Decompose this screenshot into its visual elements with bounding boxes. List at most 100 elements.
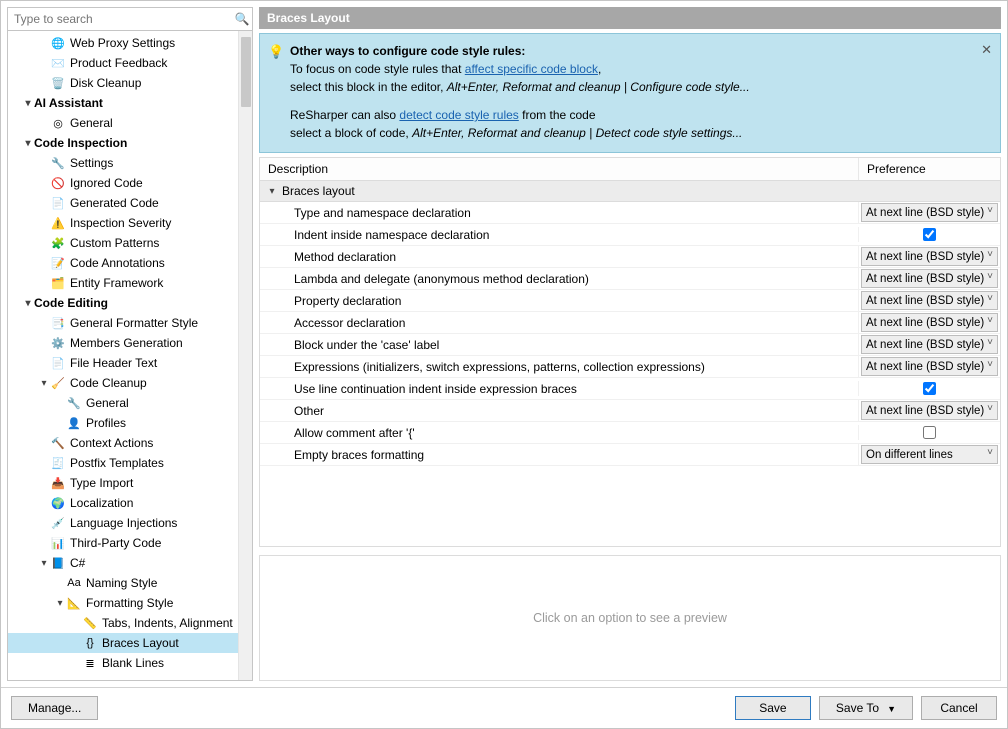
option-label: Allow comment after '{' — [260, 423, 858, 443]
save-to-button[interactable]: Save To▼ — [819, 696, 913, 720]
search-input[interactable] — [8, 8, 232, 30]
tree-item[interactable]: ▸🌐Web Proxy Settings — [8, 33, 252, 53]
left-sidebar: 🔍 ▸🌐Web Proxy Settings▸✉️Product Feedbac… — [7, 7, 253, 681]
tree-item-label: Web Proxy Settings — [70, 36, 175, 50]
option-preference: At next line (BSD style) — [858, 334, 1000, 355]
tree-item[interactable]: ▸👤Profiles — [8, 413, 252, 433]
tree-item-icon: {} — [82, 635, 98, 651]
preference-dropdown[interactable]: At next line (BSD style) — [861, 357, 998, 376]
tree-scroll-thumb[interactable] — [241, 37, 251, 107]
preference-dropdown[interactable]: At next line (BSD style) — [861, 269, 998, 288]
tree-item[interactable]: ▾Code Inspection — [8, 133, 252, 153]
link-affect-block[interactable]: affect specific code block — [465, 62, 598, 76]
manage-button[interactable]: Manage... — [11, 696, 98, 720]
option-row[interactable]: Indent inside namespace declaration — [260, 224, 1000, 246]
preference-dropdown[interactable]: At next line (BSD style) — [861, 335, 998, 354]
tree-item[interactable]: ▸⚙️Members Generation — [8, 333, 252, 353]
tree-item[interactable]: ▸🗑️Disk Cleanup — [8, 73, 252, 93]
main-area: 🔍 ▸🌐Web Proxy Settings▸✉️Product Feedbac… — [1, 1, 1007, 687]
option-row[interactable]: Expressions (initializers, switch expres… — [260, 356, 1000, 378]
cancel-button[interactable]: Cancel — [921, 696, 997, 720]
right-panel: Braces Layout 💡 ✕ Other ways to configur… — [259, 7, 1001, 681]
preference-dropdown[interactable]: At next line (BSD style) — [861, 313, 998, 332]
preference-dropdown[interactable]: At next line (BSD style) — [861, 203, 998, 222]
tree-scrollbar[interactable] — [238, 31, 252, 680]
tree-item-label: Type Import — [70, 476, 133, 490]
preference-checkbox[interactable] — [923, 228, 936, 241]
tree-item[interactable]: ▸📝Code Annotations — [8, 253, 252, 273]
tree-item-label: Language Injections — [70, 516, 177, 530]
close-icon[interactable]: ✕ — [981, 40, 992, 60]
tree-item[interactable]: ▾AI Assistant — [8, 93, 252, 113]
lightbulb-icon: 💡 — [268, 42, 284, 62]
chevron-down-icon: ▾ — [22, 298, 34, 309]
group-label: Braces layout — [282, 184, 355, 198]
group-braces-layout[interactable]: ▾ Braces layout — [260, 181, 1000, 202]
tree-item-icon: 🌐 — [50, 35, 66, 51]
tree-item[interactable]: ▾📐Formatting Style — [8, 593, 252, 613]
option-row[interactable]: Property declarationAt next line (BSD st… — [260, 290, 1000, 312]
tree-item[interactable]: ▸◎General — [8, 113, 252, 133]
tree-item[interactable]: ▸🔧General — [8, 393, 252, 413]
save-button[interactable]: Save — [735, 696, 811, 720]
link-detect-rules[interactable]: detect code style rules — [399, 108, 518, 122]
tree-item[interactable]: ▸🧾Postfix Templates — [8, 453, 252, 473]
option-row[interactable]: OtherAt next line (BSD style) — [260, 400, 1000, 422]
option-row[interactable]: Block under the 'case' labelAt next line… — [260, 334, 1000, 356]
tree-item[interactable]: ▾🧹Code Cleanup — [8, 373, 252, 393]
preference-dropdown[interactable]: At next line (BSD style) — [861, 291, 998, 310]
preference-dropdown[interactable]: At next line (BSD style) — [861, 247, 998, 266]
options-window: 🔍 ▸🌐Web Proxy Settings▸✉️Product Feedbac… — [0, 0, 1008, 729]
preference-checkbox[interactable] — [923, 382, 936, 395]
tree-item[interactable]: ▸📑General Formatter Style — [8, 313, 252, 333]
tree-item-icon: 🧹 — [50, 375, 66, 391]
tree-item-icon: 🗂️ — [50, 275, 66, 291]
tree-item[interactable]: ▸📄Generated Code — [8, 193, 252, 213]
tree-item-icon: 📥 — [50, 475, 66, 491]
info-banner: 💡 ✕ Other ways to configure code style r… — [259, 33, 1001, 153]
preference-dropdown[interactable]: On different lines — [861, 445, 998, 464]
tree-item[interactable]: ▸📥Type Import — [8, 473, 252, 493]
tree-item-icon: 📏 — [82, 615, 98, 631]
tree-item[interactable]: ▸≣Blank Lines — [8, 653, 252, 673]
chevron-down-icon: ▾ — [38, 558, 50, 569]
tree-item[interactable]: ▸📊Third-Party Code — [8, 533, 252, 553]
chevron-down-icon: ▾ — [266, 186, 278, 197]
tree-item[interactable]: ▸🧩Custom Patterns — [8, 233, 252, 253]
tree-item[interactable]: ▸📄File Header Text — [8, 353, 252, 373]
tree-item[interactable]: ▸AaNaming Style — [8, 573, 252, 593]
preference-dropdown[interactable]: At next line (BSD style) — [861, 401, 998, 420]
tree-item[interactable]: ▸📏Tabs, Indents, Alignment — [8, 613, 252, 633]
tree-item[interactable]: ▸🔧Settings — [8, 153, 252, 173]
option-preference: At next line (BSD style) — [858, 246, 1000, 267]
tree-item[interactable]: ▸🚫Ignored Code — [8, 173, 252, 193]
tree-item[interactable]: ▸🌍Localization — [8, 493, 252, 513]
tree-item-label: Entity Framework — [70, 276, 163, 290]
option-row[interactable]: Lambda and delegate (anonymous method de… — [260, 268, 1000, 290]
option-preference — [858, 381, 1000, 396]
panel-title: Braces Layout — [259, 7, 1001, 29]
tree-item[interactable]: ▸🗂️Entity Framework — [8, 273, 252, 293]
tree-item-label: Formatting Style — [86, 596, 173, 610]
tree-item[interactable]: ▸💉Language Injections — [8, 513, 252, 533]
options-blank-area — [259, 466, 1001, 547]
tree-item[interactable]: ▸✉️Product Feedback — [8, 53, 252, 73]
tree-item[interactable]: ▾Code Editing — [8, 293, 252, 313]
tree-item-label: General Formatter Style — [70, 316, 198, 330]
option-row[interactable]: Empty braces formattingOn different line… — [260, 444, 1000, 466]
search-icon[interactable]: 🔍 — [232, 12, 252, 26]
tree-item[interactable]: ▸⚠️Inspection Severity — [8, 213, 252, 233]
tree-item-icon: 🌍 — [50, 495, 66, 511]
option-row[interactable]: Type and namespace declarationAt next li… — [260, 202, 1000, 224]
chevron-down-icon: ▼ — [887, 704, 896, 714]
option-row[interactable]: Allow comment after '{' — [260, 422, 1000, 444]
preference-checkbox[interactable] — [923, 426, 936, 439]
tree-item[interactable]: ▾📘C# — [8, 553, 252, 573]
tree-item[interactable]: ▸{}Braces Layout — [8, 633, 252, 653]
tree-item[interactable]: ▸🔨Context Actions — [8, 433, 252, 453]
option-row[interactable]: Use line continuation indent inside expr… — [260, 378, 1000, 400]
option-row[interactable]: Method declarationAt next line (BSD styl… — [260, 246, 1000, 268]
option-row[interactable]: Accessor declarationAt next line (BSD st… — [260, 312, 1000, 334]
settings-tree: ▸🌐Web Proxy Settings▸✉️Product Feedback▸… — [8, 31, 252, 680]
tree-item-icon: ≣ — [82, 655, 98, 671]
